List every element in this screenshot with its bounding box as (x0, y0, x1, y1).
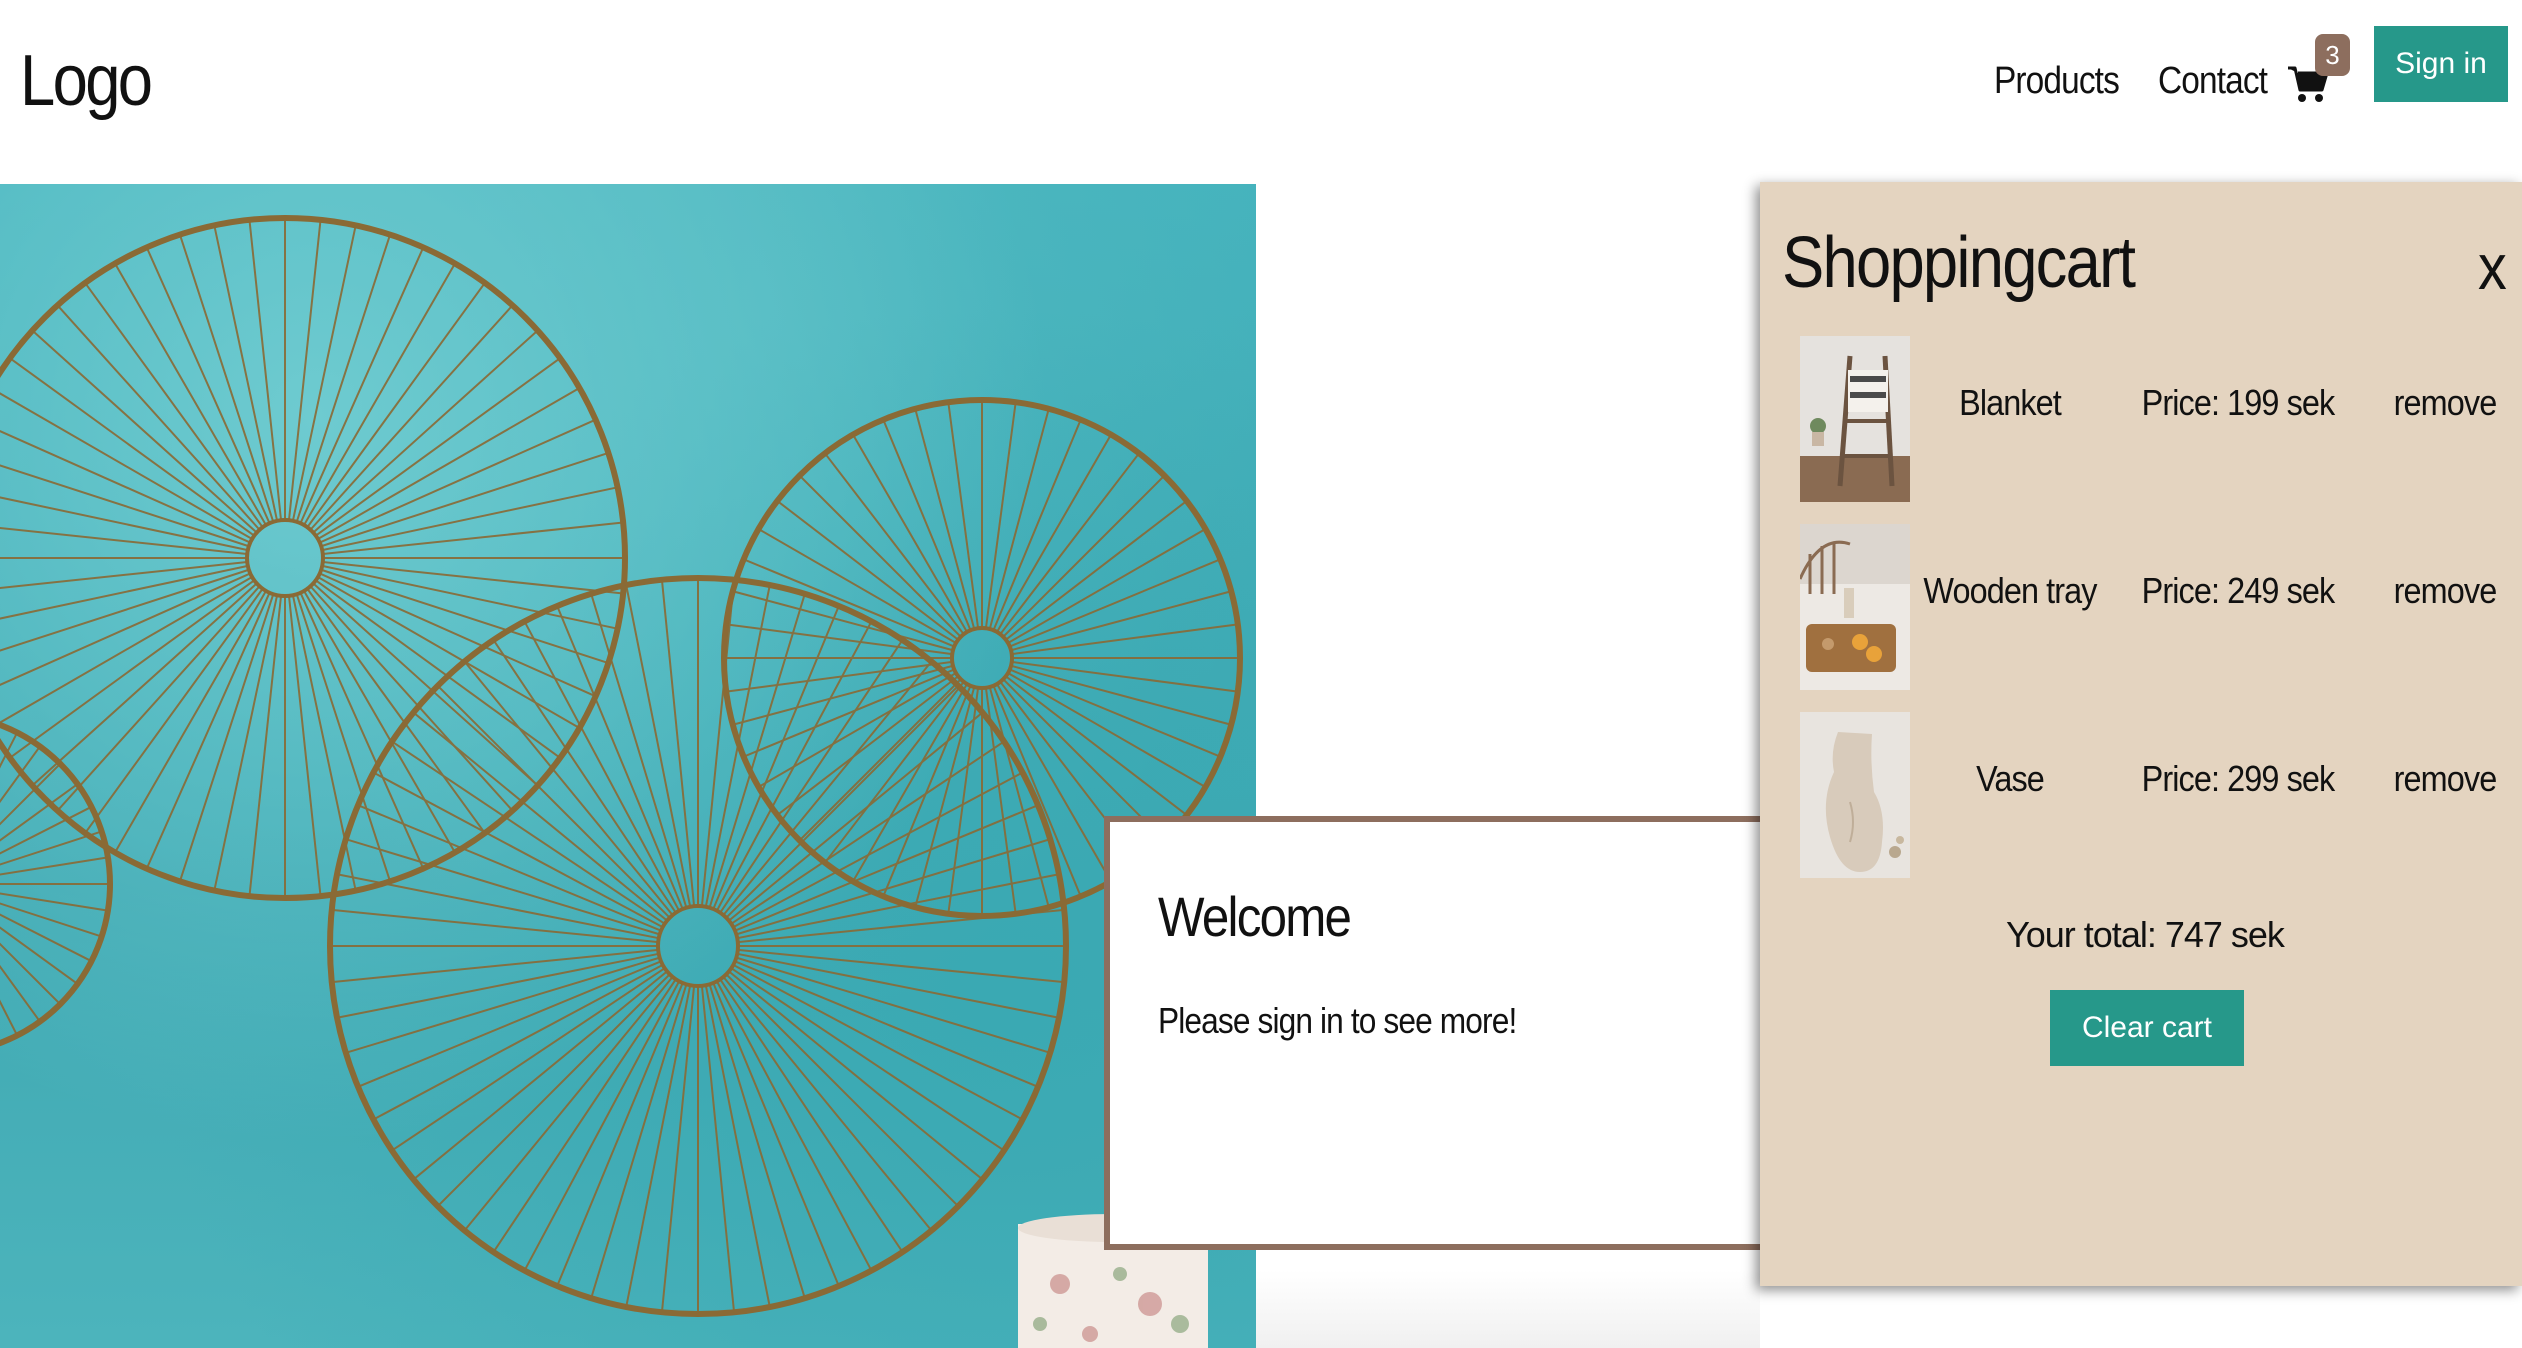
remove-item-button[interactable]: remove (2369, 758, 2522, 800)
blanket-thumbnail (1800, 336, 1910, 502)
item-price: Price: 299 sek (2141, 758, 2336, 799)
item-name: Wooden tray (1923, 570, 2097, 611)
hero-image (0, 184, 1256, 1348)
clear-cart-button[interactable]: Clear cart (2050, 990, 2244, 1066)
page-bottom-shade (1256, 1270, 1760, 1348)
close-cart-button[interactable]: x (2478, 230, 2507, 304)
welcome-title: Welcome (1158, 885, 1352, 948)
remove-item-button[interactable]: remove (2369, 570, 2522, 612)
vase-thumbnail (1800, 712, 1910, 878)
cart-count-badge: 3 (2315, 34, 2350, 76)
sign-in-button[interactable]: Sign in (2374, 26, 2508, 102)
cart-title: Shoppingcart (1782, 223, 2136, 303)
welcome-box: Welcome Please sign in to see more! (1104, 816, 1786, 1250)
cart-item: Blanket Price: 199 sek remove (1760, 336, 2522, 504)
item-name: Blanket (1959, 382, 2062, 423)
site-header: Logo Products Contact 3 Sign in (0, 0, 2522, 184)
item-price: Price: 249 sek (2141, 570, 2336, 611)
item-name: Vase (1976, 758, 2045, 799)
cart-total: Your total: 747 sek (2006, 914, 2285, 955)
remove-item-button[interactable]: remove (2369, 382, 2522, 424)
cart-item: Wooden tray Price: 249 sek remove (1760, 524, 2522, 692)
welcome-text: Please sign in to see more! (1158, 1000, 1517, 1041)
nav-contact-link[interactable]: Contact (2158, 60, 2268, 103)
wooden-tray-thumbnail (1800, 524, 1910, 690)
item-price: Price: 199 sek (2141, 382, 2336, 423)
nav-products-link[interactable]: Products (1994, 60, 2120, 103)
shopping-cart-panel: Shoppingcart x Blanket Price: 199 sek re… (1760, 182, 2522, 1286)
logo[interactable]: Logo (20, 40, 153, 122)
cart-item: Vase Price: 299 sek remove (1760, 712, 2522, 880)
